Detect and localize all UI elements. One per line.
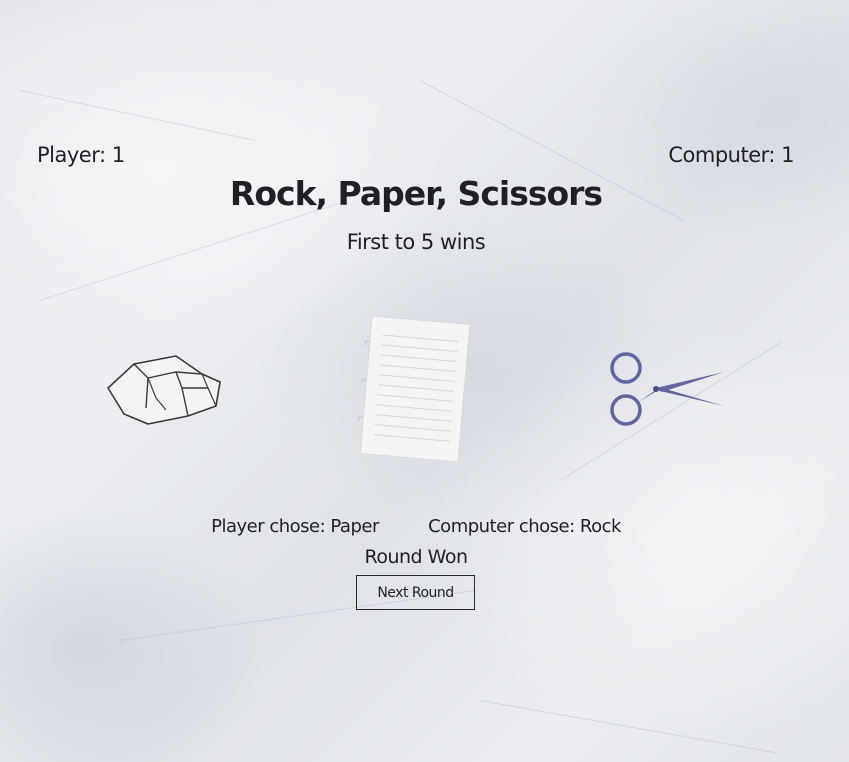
rock-choice-button[interactable] — [104, 348, 224, 428]
scissors-icon — [610, 352, 724, 426]
next-round-button[interactable]: Next Round — [356, 575, 475, 610]
paper-icon — [357, 315, 471, 463]
player-score: Player: 1 — [37, 143, 125, 167]
scissors-choice-button[interactable] — [606, 348, 728, 430]
computer-choice-text: Computer chose: Rock — [428, 516, 621, 537]
game-subtitle: First to 5 wins — [346, 230, 486, 254]
paper-choice-button[interactable] — [354, 314, 476, 464]
round-choices: Player chose: Paper Computer chose: Rock — [0, 516, 832, 537]
game-title: Rock, Paper, Scissors — [229, 174, 603, 213]
player-choice-text: Player chose: Paper — [211, 516, 379, 537]
computer-score: Computer: 1 — [668, 143, 794, 167]
round-result-text: Round Won — [364, 546, 469, 568]
paper-crease — [19, 90, 255, 141]
paper-crease — [479, 700, 776, 754]
rock-icon — [107, 355, 221, 425]
